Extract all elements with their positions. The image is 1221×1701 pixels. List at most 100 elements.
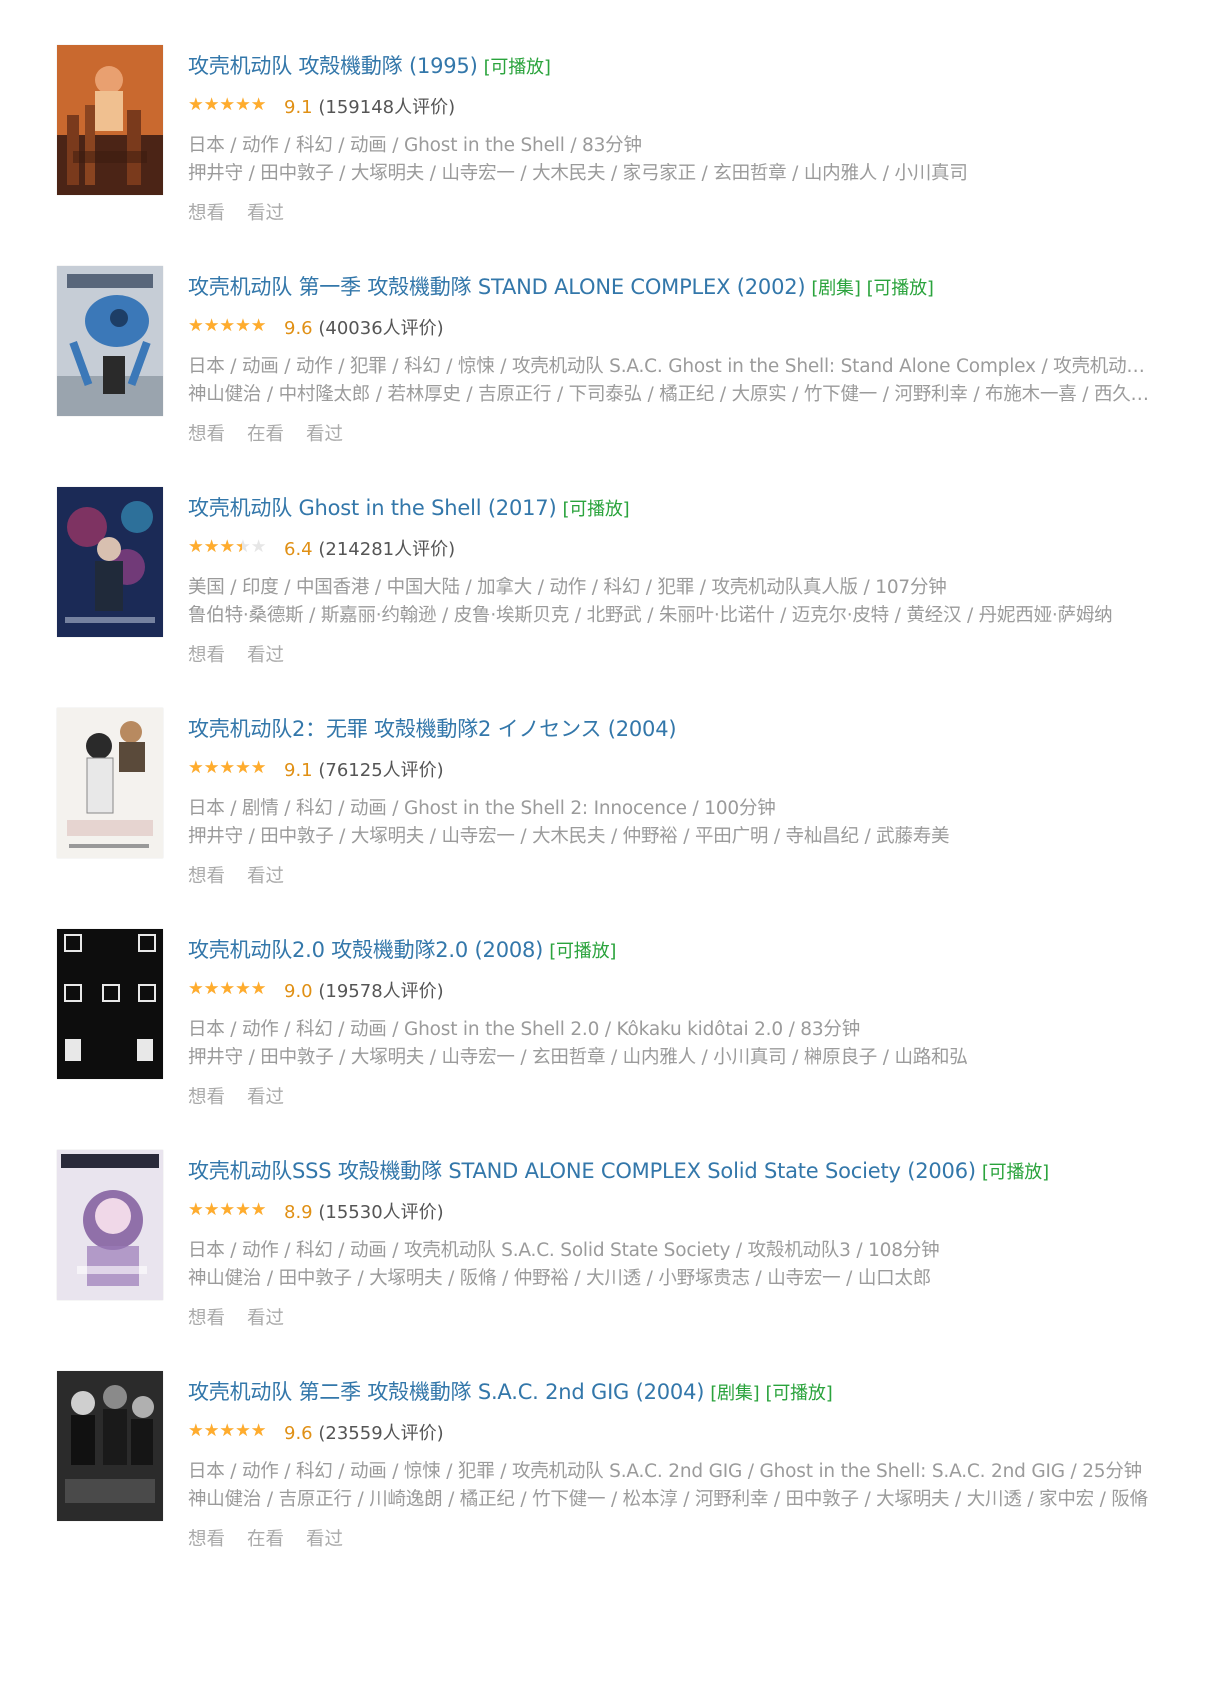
tag-label: [可播放] [981, 1162, 1049, 1183]
poster-image[interactable] [57, 266, 163, 416]
star-rating: ★★★★★ ★★★★★ [188, 537, 278, 557]
title-line: 攻壳机动队 第一季 攻殻機動隊 STAND ALONE COMPLEX (200… [188, 271, 934, 301]
action-bar: 想看 看过 [188, 862, 306, 888]
title-line: 攻壳机动队2：无罪 攻殻機動隊2 イノセンス (2004) [188, 713, 677, 743]
action-link[interactable]: 看过 [306, 1529, 343, 1550]
cast-info: 押井守 / 田中敦子 / 大塚明夫 / 山寺宏一 / 大木民夫 / 仲野裕 / … [188, 826, 950, 847]
action-link[interactable]: 想看 [188, 1529, 225, 1550]
rating-line: ★★★★★ ★★★★★ 9.6 (40036人评价) [188, 316, 444, 340]
poster-image[interactable] [57, 1371, 163, 1521]
cast-info: 押井守 / 田中敦子 / 大塚明夫 / 山寺宏一 / 玄田哲章 / 山内雅人 /… [188, 1047, 968, 1068]
tag-label: [可播放] [562, 499, 630, 520]
tag-label: [可播放] [765, 1383, 833, 1404]
poster-image[interactable] [57, 708, 163, 858]
star-fill-icon: ★★★★★ [188, 979, 267, 999]
vote-count: (76125人评价) [318, 760, 444, 781]
rating-score: 8.9 [284, 1202, 313, 1223]
action-bar: 想看 看过 [188, 1083, 306, 1109]
action-link[interactable]: 想看 [188, 203, 225, 224]
rating-line: ★★★★★ ★★★★★ 8.9 (15530人评价) [188, 1200, 444, 1224]
meta-info: 日本 / 动画 / 动作 / 犯罪 / 科幻 / 惊悚 / 攻壳机动队 S.A.… [188, 356, 1163, 377]
result-item: 攻壳机动队2：无罪 攻殻機動隊2 イノセンス (2004) ★★★★★ ★★★★… [57, 708, 1167, 908]
meta-info: 日本 / 动作 / 科幻 / 动画 / 攻壳机动队 S.A.C. Solid S… [188, 1240, 940, 1261]
vote-count: (15530人评价) [318, 1202, 444, 1223]
poster-image[interactable] [57, 487, 163, 637]
vote-count: (19578人评价) [318, 981, 444, 1002]
action-link[interactable]: 想看 [188, 1087, 225, 1108]
tag-label: [剧集] [710, 1383, 760, 1404]
title-line: 攻壳机动队SSS 攻殻機動隊 STAND ALONE COMPLEX Solid… [188, 1155, 1049, 1185]
title-link[interactable]: 攻壳机动队SSS 攻殻機動隊 STAND ALONE COMPLEX Solid… [188, 1159, 976, 1183]
title-line: 攻壳机动队 攻殻機動隊 (1995) [可播放] [188, 50, 551, 80]
rating-score: 9.1 [284, 760, 313, 781]
action-bar: 想看 在看 看过 [188, 1525, 365, 1551]
action-link[interactable]: 看过 [247, 866, 284, 887]
action-bar: 想看 在看 看过 [188, 420, 365, 446]
vote-count: (214281人评价) [318, 539, 456, 560]
star-fill-icon: ★★★★★ [188, 758, 267, 778]
star-fill-icon: ★★★★★ [188, 1200, 267, 1220]
action-link[interactable]: 看过 [306, 424, 343, 445]
title-link[interactable]: 攻壳机动队 第二季 攻殻機動隊 S.A.C. 2nd GIG (2004) [188, 1380, 704, 1404]
action-link[interactable]: 在看 [247, 424, 284, 445]
rating-score: 6.4 [284, 539, 313, 560]
action-link[interactable]: 想看 [188, 424, 225, 445]
title-line: 攻壳机动队 Ghost in the Shell (2017) [可播放] [188, 492, 630, 522]
star-rating: ★★★★★ ★★★★★ [188, 316, 278, 336]
star-rating: ★★★★★ ★★★★★ [188, 758, 278, 778]
star-fill-icon: ★★★★★ [188, 537, 242, 557]
tag-label: [可播放] [483, 57, 551, 78]
action-link[interactable]: 在看 [247, 1529, 284, 1550]
star-rating: ★★★★★ ★★★★★ [188, 1200, 278, 1220]
meta-info: 美国 / 印度 / 中国香港 / 中国大陆 / 加拿大 / 动作 / 科幻 / … [188, 577, 947, 598]
rating-score: 9.6 [284, 318, 313, 339]
rating-score: 9.1 [284, 97, 313, 118]
poster-image[interactable] [57, 45, 163, 195]
result-item: 攻壳机动队2.0 攻殻機動隊2.0 (2008) [可播放] ★★★★★ ★★★★… [57, 929, 1167, 1129]
star-fill-icon: ★★★★★ [188, 95, 267, 115]
vote-count: (40036人评价) [318, 318, 444, 339]
star-fill-icon: ★★★★★ [188, 1421, 267, 1441]
title-link[interactable]: 攻壳机动队 攻殻機動隊 (1995) [188, 54, 478, 78]
action-link[interactable]: 想看 [188, 645, 225, 666]
result-item: 攻壳机动队 攻殻機動隊 (1995) [可播放] ★★★★★ ★★★★★ 9.1 … [57, 45, 1167, 245]
star-rating: ★★★★★ ★★★★★ [188, 1421, 278, 1441]
rating-line: ★★★★★ ★★★★★ 9.1 (76125人评价) [188, 758, 444, 782]
meta-info: 日本 / 动作 / 科幻 / 动画 / 惊悚 / 犯罪 / 攻壳机动队 S.A.… [188, 1461, 1142, 1482]
cast-info: 神山健治 / 田中敦子 / 大塚明夫 / 阪脩 / 仲野裕 / 大川透 / 小野… [188, 1268, 932, 1289]
result-item: 攻壳机动队SSS 攻殻機動隊 STAND ALONE COMPLEX Solid… [57, 1150, 1167, 1350]
cast-info: 押井守 / 田中敦子 / 大塚明夫 / 山寺宏一 / 大木民夫 / 家弓家正 /… [188, 163, 968, 184]
tag-label: [剧集] [811, 278, 861, 299]
result-item: 攻壳机动队 第一季 攻殻機動隊 STAND ALONE COMPLEX (200… [57, 266, 1167, 466]
action-link[interactable]: 看过 [247, 1087, 284, 1108]
cast-info: 鲁伯特·桑德斯 / 斯嘉丽·约翰逊 / 皮鲁·埃斯贝克 / 北野武 / 朱丽叶·… [188, 605, 1113, 626]
star-rating: ★★★★★ ★★★★★ [188, 979, 278, 999]
rating-line: ★★★★★ ★★★★★ 6.4 (214281人评价) [188, 537, 456, 561]
action-link[interactable]: 看过 [247, 203, 284, 224]
rating-line: ★★★★★ ★★★★★ 9.1 (159148人评价) [188, 95, 455, 119]
cast-info: 神山健治 / 中村隆太郎 / 若林厚史 / 吉原正行 / 下司泰弘 / 橘正纪 … [188, 384, 1163, 405]
star-rating: ★★★★★ ★★★★★ [188, 95, 278, 115]
title-link[interactable]: 攻壳机动队 Ghost in the Shell (2017) [188, 496, 557, 520]
poster-image[interactable] [57, 929, 163, 1079]
result-item: 攻壳机动队 Ghost in the Shell (2017) [可播放] ★★★… [57, 487, 1167, 687]
tag-label: [可播放] [549, 941, 617, 962]
cast-info: 神山健治 / 吉原正行 / 川崎逸朗 / 橘正纪 / 竹下健一 / 松本淳 / … [188, 1489, 1148, 1510]
title-link[interactable]: 攻壳机动队2：无罪 攻殻機動隊2 イノセンス (2004) [188, 717, 677, 741]
meta-info: 日本 / 剧情 / 科幻 / 动画 / Ghost in the Shell 2… [188, 798, 776, 819]
rating-score: 9.0 [284, 981, 313, 1002]
meta-info: 日本 / 动作 / 科幻 / 动画 / Ghost in the Shell 2… [188, 1019, 861, 1040]
action-link[interactable]: 看过 [247, 1308, 284, 1329]
action-bar: 想看 看过 [188, 641, 306, 667]
poster-image[interactable] [57, 1150, 163, 1300]
result-item: 攻壳机动队 第二季 攻殻機動隊 S.A.C. 2nd GIG (2004) [剧集… [57, 1371, 1167, 1571]
star-fill-icon: ★★★★★ [188, 316, 267, 336]
title-link[interactable]: 攻壳机动队 第一季 攻殻機動隊 STAND ALONE COMPLEX (200… [188, 275, 806, 299]
title-link[interactable]: 攻壳机动队2.0 攻殻機動隊2.0 (2008) [188, 938, 543, 962]
rating-score: 9.6 [284, 1423, 313, 1444]
action-link[interactable]: 看过 [247, 645, 284, 666]
action-link[interactable]: 想看 [188, 866, 225, 887]
vote-count: (23559人评价) [318, 1423, 444, 1444]
meta-info: 日本 / 动作 / 科幻 / 动画 / Ghost in the Shell /… [188, 135, 642, 156]
action-link[interactable]: 想看 [188, 1308, 225, 1329]
